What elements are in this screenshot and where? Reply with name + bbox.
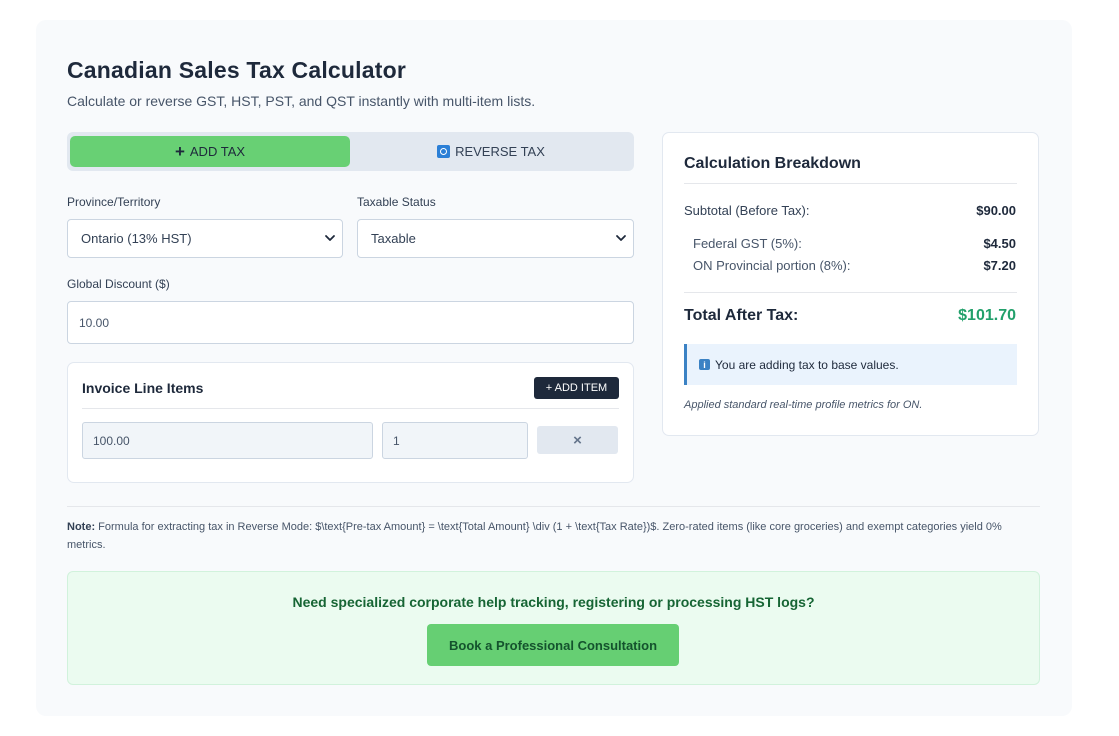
item-quantity-input[interactable]: 1 [382, 422, 528, 459]
federal-gst-value: $4.50 [983, 236, 1016, 251]
breakdown-footnote: Applied standard real-time profile metri… [684, 399, 923, 411]
subtotal-value: $90.00 [976, 203, 1016, 218]
federal-gst-row: Federal GST (5%): $4.50 [693, 236, 1016, 251]
total-row: Total After Tax: $101.70 [684, 307, 1016, 325]
taxable-value: Taxable [371, 231, 416, 246]
federal-gst-label: Federal GST (5%): [693, 236, 802, 251]
mode-toggle: + ADD TAX REVERSE TAX [67, 132, 634, 171]
info-icon: i [699, 359, 710, 370]
province-select[interactable]: Ontario (13% HST) [67, 219, 343, 258]
close-icon: × [573, 431, 582, 449]
item-quantity-value: 1 [393, 433, 400, 448]
divider [67, 506, 1040, 507]
line-items-card: Invoice Line Items + ADD ITEM 100.00 1 × [67, 362, 634, 483]
breakdown-title: Calculation Breakdown [684, 155, 861, 172]
item-price-value: 100.00 [93, 433, 130, 448]
consultation-text: Need specialized corporate help tracking… [292, 594, 815, 610]
add-tax-label: ADD TAX [189, 144, 246, 159]
consultation-banner: Need specialized corporate help tracking… [67, 571, 1040, 685]
reverse-tax-label: REVERSE TAX [455, 144, 545, 159]
reverse-icon [437, 145, 451, 158]
add-tax-button[interactable]: + ADD TAX [70, 136, 350, 167]
subtotal-label: Subtotal (Before Tax): [684, 203, 810, 218]
formula-note: Note: Formula for extracting tax in Reve… [67, 518, 1042, 554]
provincial-value: $7.20 [983, 258, 1016, 273]
calculator-card: Canadian Sales Tax Calculator Calculate … [36, 20, 1072, 716]
taxable-select[interactable]: Taxable [357, 219, 634, 258]
remove-item-button[interactable]: × [537, 426, 618, 454]
info-text: You are adding tax to base values. [715, 357, 899, 372]
note-text: Formula for extracting tax in Reverse Mo… [67, 521, 1002, 551]
note-prefix: Note: [67, 521, 96, 533]
discount-input[interactable]: 10.00 [67, 301, 634, 344]
page-title: Canadian Sales Tax Calculator [67, 57, 406, 83]
add-item-button[interactable]: + ADD ITEM [534, 377, 619, 399]
divider [684, 183, 1017, 184]
plus-icon: + [174, 142, 185, 161]
provincial-label: ON Provincial portion (8%): [693, 258, 851, 273]
divider [684, 292, 1017, 293]
province-label: Province/Territory [67, 195, 161, 209]
page-subtitle: Calculate or reverse GST, HST, PST, and … [67, 93, 536, 109]
discount-label: Global Discount ($) [67, 277, 170, 291]
reverse-tax-button[interactable]: REVERSE TAX [351, 136, 631, 167]
taxable-label: Taxable Status [357, 195, 436, 209]
divider [82, 408, 619, 409]
total-value: $101.70 [958, 307, 1016, 324]
book-consultation-button[interactable]: Book a Professional Consultation [427, 624, 679, 666]
total-label: Total After Tax: [684, 307, 799, 324]
line-items-title: Invoice Line Items [82, 380, 204, 396]
subtotal-row: Subtotal (Before Tax): $90.00 [684, 203, 1016, 218]
chevron-down-icon [616, 235, 626, 241]
provincial-row: ON Provincial portion (8%): $7.20 [693, 258, 1016, 273]
chevron-down-icon [325, 235, 335, 241]
province-value: Ontario (13% HST) [81, 231, 192, 246]
item-price-input[interactable]: 100.00 [82, 422, 373, 459]
calculation-breakdown: Calculation Breakdown Subtotal (Before T… [662, 132, 1039, 436]
discount-value: 10.00 [79, 315, 110, 330]
info-banner: i You are adding tax to base values. [684, 344, 1017, 385]
